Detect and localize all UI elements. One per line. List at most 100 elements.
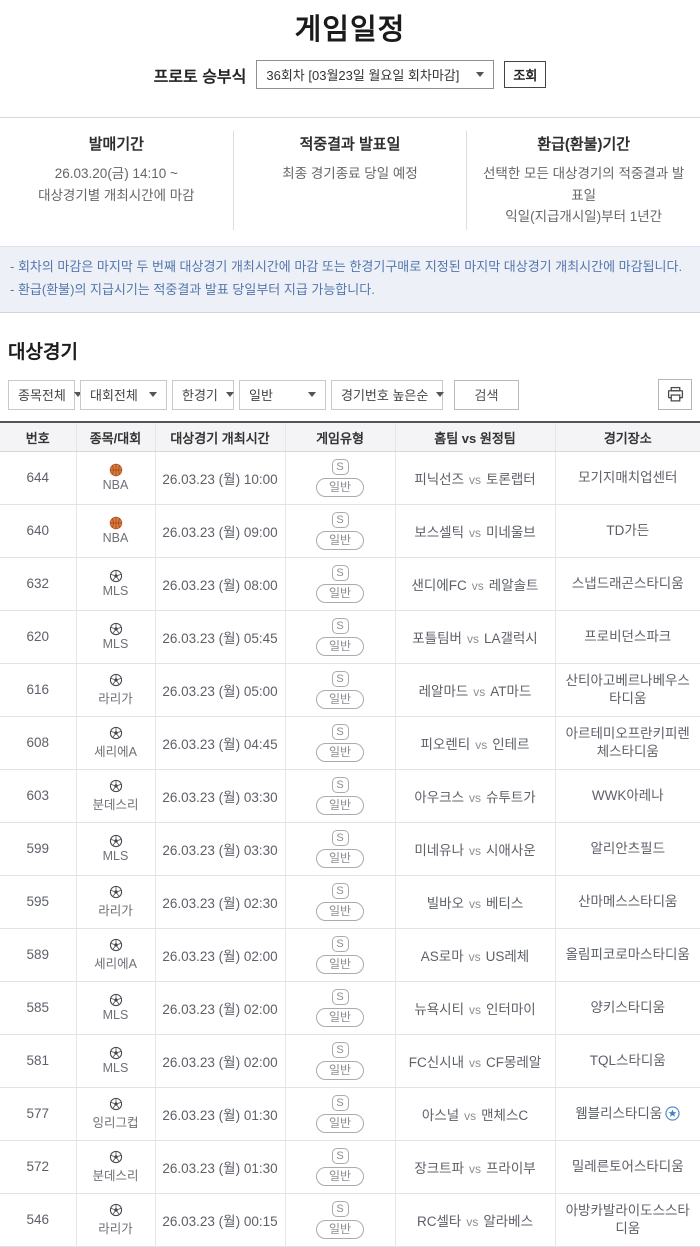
game-type-s-badge: S [332,936,349,952]
game-datetime: 26.03.23 (월) 01:30 [155,1087,285,1140]
game-row: 546 라리가 26.03.23 (월) 00:15 S 일반 RC셀타vs알라… [0,1193,700,1246]
game-type-normal-badge: 일반 [316,1220,364,1239]
soccer-ball-icon [81,569,151,583]
game-teams: 아우크스vs슈투트가 [395,769,555,822]
game-venue: 올림피코로마스타디움 [555,928,700,981]
away-team: US레체 [486,949,530,964]
game-type-normal-badge: 일반 [316,531,364,550]
game-datetime: 26.03.23 (월) 09:00 [155,504,285,557]
info-title: 발매기간 [10,133,223,154]
game-number: 585 [0,981,76,1034]
notice-box: - 회차의 마감은 마지막 두 번째 대상경기 개최시간에 마감 또는 한경기구… [0,246,700,314]
league-label: 라리가 [81,688,151,707]
soccer-ball-icon [81,622,151,636]
vs-label: vs [464,844,486,858]
game-row: 589 세리에A 26.03.23 (월) 02:00 S 일반 AS로마vsU… [0,928,700,981]
game-number: 599 [0,822,76,875]
print-button[interactable] [658,379,692,410]
vs-label: vs [464,1162,486,1176]
game-datetime: 26.03.23 (월) 05:45 [155,610,285,663]
league-label: 분데스리 [81,794,151,813]
game-type-s-badge: S [332,512,349,528]
filter-sport-select[interactable]: 종목전체 [8,380,75,410]
game-type-normal-badge: 일반 [316,637,364,656]
game-teams: FC신시내vsCF몽레알 [395,1034,555,1087]
game-type-normal-badge: 일반 [316,584,364,603]
game-number: 644 [0,451,76,504]
info-title: 환급(환불)기간 [477,133,690,154]
away-team: 레알솔트 [489,578,539,593]
vs-label: vs [464,897,486,911]
proto-round-selector-row: 프로토 승부식 36회차 [03월23일 월요일 회차마감] 조회 [0,60,700,89]
round-select-value: 36회차 [03월23일 월요일 회차마감] [266,65,459,84]
away-team: 프라이부 [486,1161,536,1176]
game-venue: 산마메스스타디움 [555,875,700,928]
home-team: 레알마드 [419,684,469,699]
vs-label: vs [462,632,484,646]
game-league-cell: 분데스리 [76,769,155,822]
filter-game-type-select[interactable]: 일반 [239,380,326,410]
away-team: 미네울브 [486,525,536,540]
info-line: 최종 경기종료 당일 예정 [244,163,457,185]
col-header-number: 번호 [0,422,76,451]
league-label: 잉리그컵 [81,1112,151,1131]
game-type-s-badge: S [332,830,349,846]
vs-label: vs [464,950,486,964]
col-header-game-type: 게임유형 [285,422,395,451]
soccer-ball-icon [81,673,151,687]
game-row: 599 MLS 26.03.23 (월) 03:30 S 일반 미네유나vs시애… [0,822,700,875]
game-league-cell: MLS [76,981,155,1034]
game-league-cell: 잉리그컵 [76,1087,155,1140]
soccer-ball-icon [81,1046,151,1060]
printer-icon [667,386,684,403]
game-type-cell: S 일반 [285,981,395,1034]
game-type-cell: S 일반 [285,451,395,504]
game-type-cell: S 일반 [285,663,395,716]
home-team: 미네유나 [414,843,464,858]
game-venue: 알리안츠필드 [555,822,700,875]
vs-label: vs [464,473,486,487]
home-team: 샌디에FC [412,578,467,593]
game-number: 577 [0,1087,76,1140]
game-row: 581 MLS 26.03.23 (월) 02:00 S 일반 FC신시내vsC… [0,1034,700,1087]
home-team: FC신시내 [409,1055,464,1070]
filter-row: 종목전체 대회전체 한경기 일반 경기번호 높은순 검색 [8,379,692,410]
game-league-cell: MLS [76,610,155,663]
game-datetime: 26.03.23 (월) 02:00 [155,1034,285,1087]
notice-line: - 회차의 마감은 마지막 두 번째 대상경기 개최시간에 마감 또는 한경기구… [10,256,690,279]
game-league-cell: 라리가 [76,875,155,928]
game-league-cell: 세리에A [76,716,155,769]
game-type-normal-badge: 일반 [316,902,364,921]
filter-league-select[interactable]: 대회전체 [80,380,167,410]
home-team: 장크트파 [414,1161,464,1176]
game-teams: 빌바오vs베티스 [395,875,555,928]
filter-single-game-select[interactable]: 한경기 [172,380,234,410]
game-datetime: 26.03.23 (월) 04:45 [155,716,285,769]
basketball-icon [81,516,151,530]
game-datetime: 26.03.23 (월) 05:00 [155,663,285,716]
game-type-cell: S 일반 [285,1034,395,1087]
league-label: MLS [81,637,151,651]
game-teams: 장크트파vs프라이부 [395,1140,555,1193]
game-datetime: 26.03.23 (월) 03:30 [155,769,285,822]
game-type-normal-badge: 일반 [316,849,364,868]
search-button[interactable]: 검색 [454,380,519,410]
game-teams: 피닉선즈vs토론랩터 [395,451,555,504]
filter-sort-order-select[interactable]: 경기번호 높은순 [331,380,443,410]
game-number: 603 [0,769,76,822]
soccer-ball-icon [81,938,151,952]
soccer-ball-icon [81,1097,151,1111]
game-teams: 피오렌티vs인테르 [395,716,555,769]
inquiry-button[interactable]: 조회 [504,61,546,88]
game-league-cell: MLS [76,822,155,875]
game-league-cell: NBA [76,504,155,557]
round-select[interactable]: 36회차 [03월23일 월요일 회차마감] [256,60,494,89]
game-type-cell: S 일반 [285,1193,395,1246]
game-row: 585 MLS 26.03.23 (월) 02:00 S 일반 뉴욕시티vs인터… [0,981,700,1034]
game-venue: WWK아레나 [555,769,700,822]
game-venue: 아방카발라이도스스타디움 [555,1193,700,1246]
vs-label: vs [467,579,489,593]
game-venue: 웸블리스타디움 [555,1087,700,1140]
game-number: 632 [0,557,76,610]
game-type-cell: S 일반 [285,504,395,557]
